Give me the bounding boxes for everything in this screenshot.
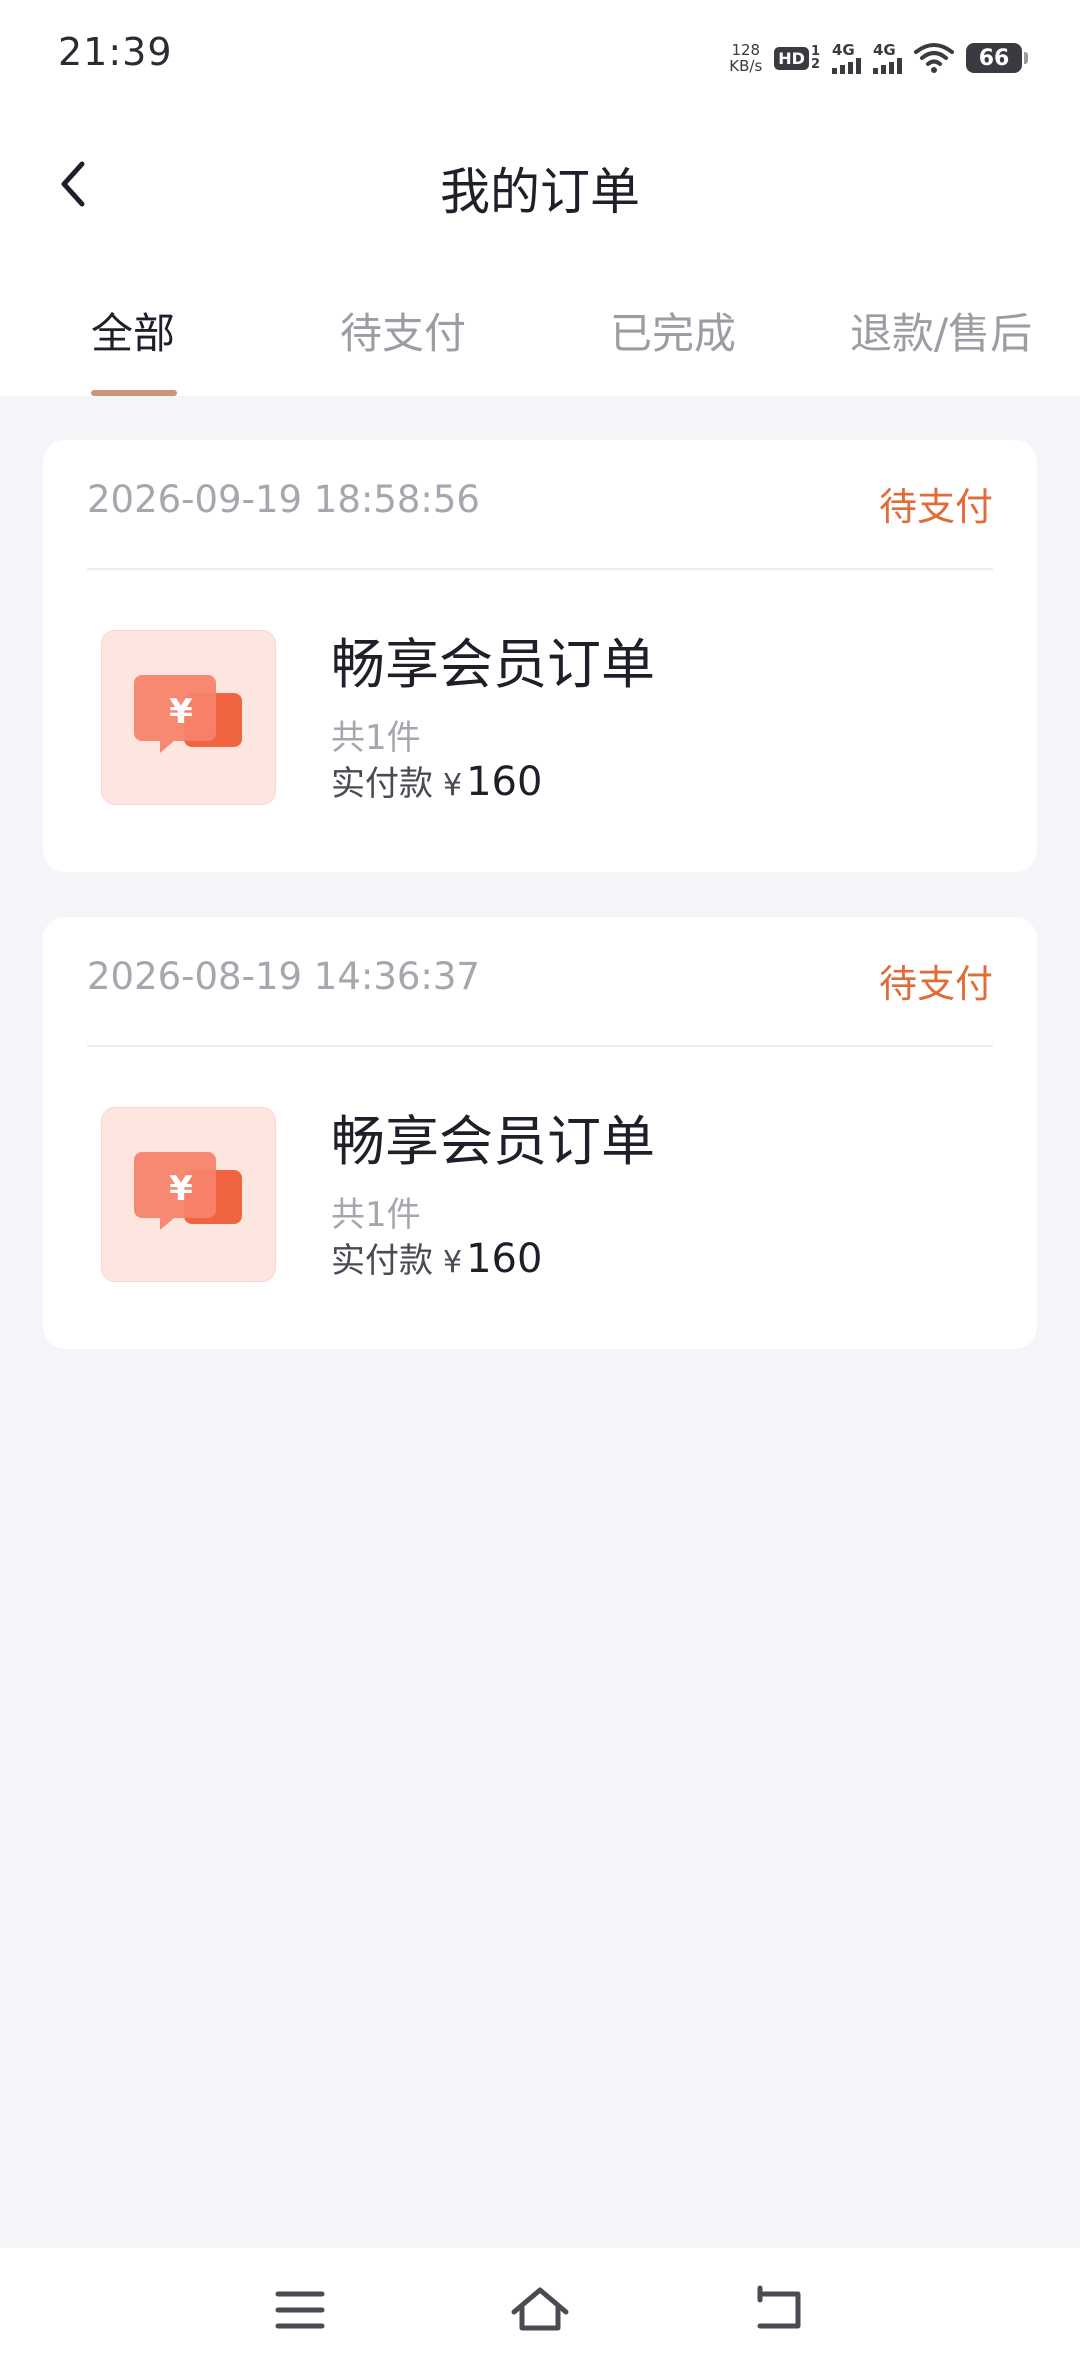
order-count: 共1件 [331,718,421,758]
order-datetime: 2026-08-19 14:36:37 [87,955,480,998]
tab-completed[interactable]: 已完成 [610,300,736,361]
paid-label: 实付款 [331,764,433,804]
svg-text:¥: ¥ [169,1169,193,1209]
status-bar: 21:39 128 KB/s HD 1 2 4G 4G 66 [0,0,1080,116]
divider [87,568,993,570]
paid-amount: 160 [466,1236,543,1282]
header-area: 21:39 128 KB/s HD 1 2 4G 4G 66 我的订单 全部 待… [0,0,1080,396]
tab-indicator [91,390,177,396]
order-card[interactable]: 2026-09-19 18:58:56 待支付 ¥ 畅享会员订单 共1件 实付款… [43,440,1037,872]
system-nav-bar [0,2248,1080,2376]
paid-currency: ¥ [443,1245,463,1280]
hd-icon: HD 1 2 [774,45,820,71]
net-speed-value: 128 [731,41,761,59]
tab-refund-aftersale[interactable]: 退款/售后 [850,300,1032,361]
order-paid: 实付款 ¥ 160 [331,1233,542,1282]
wifi-icon [914,43,954,73]
paid-currency: ¥ [443,768,463,803]
status-time: 21:39 [58,30,173,74]
order-name: 畅享会员订单 [331,633,655,696]
home-icon[interactable] [508,2278,572,2342]
page-title: 我的订单 [440,163,640,221]
order-count: 共1件 [331,1195,421,1235]
paid-label: 实付款 [331,1241,433,1281]
nav-bar: 我的订单 [0,116,1080,246]
back-icon[interactable] [748,2278,812,2342]
tab-pending-payment[interactable]: 待支付 [340,300,466,361]
order-thumbnail: ¥ [101,1107,276,1282]
status-icons: 128 KB/s HD 1 2 4G 4G 66 [729,36,1028,80]
battery-icon: 66 [966,43,1028,73]
order-status[interactable]: 待支付 [879,476,993,531]
paid-amount: 160 [466,759,543,805]
yuan-chat-icon: ¥ [134,1152,242,1230]
divider [87,1045,993,1047]
signal-icon-sim1: 4G [832,42,861,74]
order-name: 畅享会员订单 [331,1110,655,1173]
order-status[interactable]: 待支付 [879,953,993,1008]
net-speed-unit: KB/s [729,57,763,75]
order-thumbnail: ¥ [101,630,276,805]
order-datetime: 2026-09-19 18:58:56 [87,478,480,521]
order-card[interactable]: 2026-08-19 14:36:37 待支付 ¥ 畅享会员订单 共1件 实付款… [43,917,1037,1349]
menu-icon[interactable] [268,2278,332,2342]
order-tabs: 全部 待支付 已完成 退款/售后 [0,290,1080,396]
tab-all[interactable]: 全部 [91,300,175,361]
svg-text:¥: ¥ [169,692,193,732]
net-speed: 128 KB/s [729,42,762,74]
signal-icon-sim2: 4G [873,42,902,74]
yuan-chat-icon: ¥ [134,675,242,753]
order-paid: 实付款 ¥ 160 [331,756,542,805]
